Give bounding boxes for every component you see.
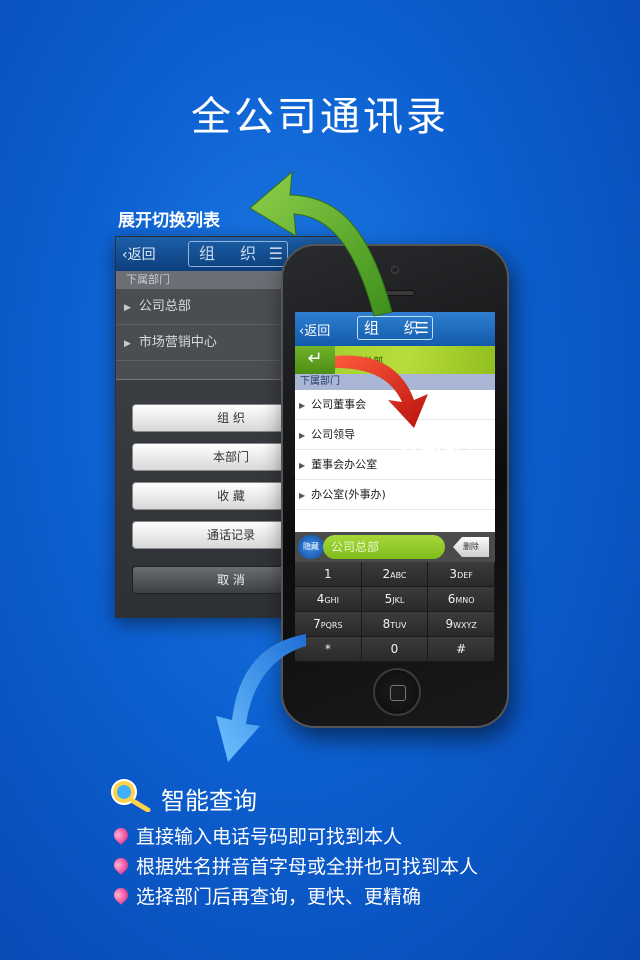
department-label: 公司领导: [311, 428, 356, 441]
panel-back-button[interactable]: ‹返回: [122, 244, 156, 264]
keypad-digit: 2: [382, 567, 391, 581]
keypad-digit: 0: [390, 642, 399, 656]
hide-keypad-button[interactable]: 隐藏: [298, 535, 324, 559]
triangle-right-icon: ▶: [124, 303, 131, 313]
keypad-key[interactable]: 0: [361, 637, 429, 662]
feature-bullet: 根据姓名拼音首字母或全拼也可找到本人: [111, 852, 479, 882]
keypad-key[interactable]: 9WXYZ: [428, 612, 495, 637]
keypad-digit: *: [324, 642, 331, 656]
return-arrow-button[interactable]: ↵: [295, 346, 335, 374]
keypad-letters: ABC: [390, 571, 407, 580]
keypad-key[interactable]: 7PQRS: [295, 612, 362, 637]
breadcrumb-text: 公司总部: [343, 357, 383, 368]
phone-mockup: ‹返回 组 织 ☰ ↵ 公司总部 下属部门 ▶ 公司董事会 ▶ 公司领导 ▶ 董事会办…: [281, 244, 509, 728]
keypad-key[interactable]: 8TUV: [361, 612, 429, 637]
keypad-key[interactable]: 3DEF: [428, 562, 495, 587]
breadcrumb: ↵ 公司总部: [295, 346, 495, 374]
home-button[interactable]: [373, 668, 421, 716]
page-headline: 全公司通讯录: [191, 94, 449, 140]
camera-icon: [391, 266, 399, 274]
keypad-digit: 9: [445, 617, 454, 631]
department-label: 董事会办公室: [311, 458, 378, 471]
triangle-right-icon: ▶: [299, 431, 306, 440]
back-button[interactable]: ‹返回: [299, 320, 330, 339]
feature-bullet-text: 根据姓名拼音首字母或全拼也可找到本人: [136, 856, 479, 878]
keypad-digit: 3: [449, 567, 458, 581]
keypad-key[interactable]: 5JKL: [361, 587, 429, 612]
department-label: 办公室(外事办): [311, 488, 386, 501]
keypad-letters: TUV: [390, 621, 407, 630]
keypad-letters: MNO: [455, 596, 475, 605]
feature-title: 智能查询: [161, 787, 257, 815]
keypad-key[interactable]: #: [428, 637, 495, 662]
triangle-right-icon: ▶: [299, 401, 306, 410]
keypad-key[interactable]: 6MNO: [428, 587, 495, 612]
keypad-grid: 1 2ABC 3DEF 4GHI 5JKL 6MNO 7PQRS 8TUV 9WXYZ * 0 #: [295, 562, 495, 662]
keypad-letters: WXYZ: [453, 621, 477, 630]
dial-input-field[interactable]: 公司总部: [323, 535, 445, 559]
speaker-grille: [381, 290, 415, 296]
keypad-letters: DEF: [457, 571, 473, 580]
keypad-key[interactable]: 1: [295, 562, 362, 587]
select-department-label: 选择部门: [398, 434, 475, 456]
keypad-letters: JKL: [392, 596, 405, 605]
triangle-right-icon: ▶: [124, 339, 131, 349]
dial-input-bar: 隐藏 公司总部 删除: [295, 532, 495, 562]
department-list-item[interactable]: ▶ 办公室(外事办): [295, 480, 495, 510]
keypad-letters: PQRS: [320, 621, 343, 630]
pin-icon: [111, 855, 131, 875]
triangle-right-icon: ▶: [299, 461, 306, 470]
triangle-right-icon: ▶: [299, 491, 306, 500]
department-list-item[interactable]: ▶ 公司董事会: [295, 390, 495, 420]
dial-pad: 隐藏 公司总部 删除 1 2ABC 3DEF 4GHI 5JKL 6MNO 7PQRS 8TU…: [295, 532, 495, 662]
pin-icon: [111, 825, 131, 845]
feature-bullet: 选择部门后再查询，更快、更精确: [111, 882, 478, 912]
keypad-letters: GHI: [324, 596, 339, 605]
phone-screen: ‹返回 组 织 ☰ ↵ 公司总部 下属部门 ▶ 公司董事会 ▶ 公司领导 ▶ 董事会办…: [295, 312, 495, 662]
return-arrow-icon: ↵: [307, 348, 323, 369]
section-header: 下属部门: [295, 374, 495, 390]
app-navbar: ‹返回 组 织 ☰: [295, 312, 495, 346]
keypad-digit: 7: [313, 617, 321, 631]
delete-button[interactable]: 删除: [453, 537, 489, 557]
keypad-digit: #: [456, 642, 467, 656]
department-label: 公司董事会: [311, 398, 367, 411]
expand-list-caption: 展开切换列表: [118, 211, 220, 231]
feature-bullet: 直接输入电话号码即可找到本人: [111, 822, 478, 852]
panel-org-tab-label: 组 织: [199, 244, 267, 263]
panel-list-item-label: 市场营销中心: [138, 335, 217, 350]
pin-icon: [111, 885, 131, 905]
panel-list-item-label: 公司总部: [138, 299, 191, 314]
panel-org-tab[interactable]: 组 织 ☰: [188, 241, 288, 267]
menu-icon: ☰: [415, 319, 429, 337]
org-tab-switch[interactable]: 组 织 ☰: [357, 316, 433, 340]
feature-bullet-text: 选择部门后再查询，更快、更精确: [136, 886, 422, 908]
menu-icon: ☰: [268, 244, 283, 263]
feature-bullet-list: 直接输入电话号码即可找到本人 根据姓名拼音首字母或全拼也可找到本人 选择部门后再…: [111, 822, 479, 912]
keypad-key[interactable]: *: [295, 637, 362, 662]
keypad-key[interactable]: 4GHI: [295, 587, 362, 612]
keypad-key[interactable]: 2ABC: [361, 562, 429, 587]
smart-search-icon: [111, 779, 151, 812]
keypad-digit: 1: [324, 567, 332, 581]
feature-bullet-text: 直接输入电话号码即可找到本人: [136, 826, 403, 848]
